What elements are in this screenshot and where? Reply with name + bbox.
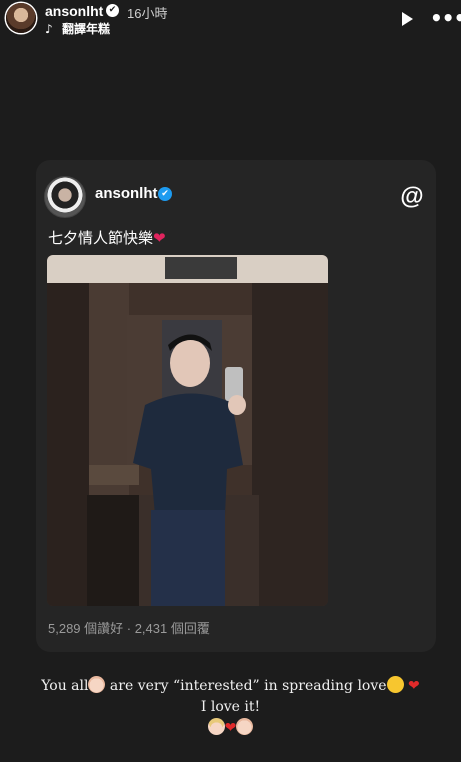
play-icon[interactable] — [402, 12, 413, 26]
post-caption: 七夕情人節快樂❤ — [48, 228, 166, 248]
profile-avatar[interactable] — [6, 3, 36, 33]
story-header: ansonlht ✔ 16小時 ♪ 翻譯年糕 ••• — [0, 0, 461, 40]
laughing-face-emoji-icon — [386, 676, 404, 693]
story-caption-line-2: I love it! — [200, 699, 261, 715]
verified-badge-icon: ✔ — [106, 4, 119, 17]
verified-badge-icon: ✔ — [158, 187, 172, 201]
music-note-icon: ♪ — [45, 22, 53, 36]
more-options-button[interactable]: ••• — [430, 6, 461, 30]
caption-text-part: are very “interested” in spreading love — [105, 678, 387, 694]
story-caption-line-3: ❤ — [0, 718, 461, 739]
story-caption: You all are very “interested” in spreadi… — [0, 676, 461, 739]
post-photo — [47, 255, 328, 606]
post-caption-text: 七夕情人節快樂 — [48, 229, 154, 247]
baby-face-emoji-icon — [236, 718, 254, 735]
shared-threads-post[interactable]: ansonlht ✔ @ 七夕情人節快樂❤ 5,289 個讚好 · 2,431 … — [36, 160, 436, 652]
music-label: 翻譯年糕 — [62, 22, 111, 36]
red-heart-emoji-icon: ❤ — [224, 720, 237, 736]
post-author-username: ansonlht — [95, 185, 158, 202]
red-heart-emoji-icon: ❤ — [408, 678, 420, 694]
post-author-avatar — [44, 176, 86, 218]
heart-emoji-icon: ❤ — [153, 229, 166, 247]
story-caption-line-1: You all are very “interested” in spreadi… — [0, 676, 461, 697]
post-engagement-stats: 5,289 個讚好 · 2,431 個回覆 — [48, 621, 210, 636]
story-timestamp: 16小時 — [127, 6, 168, 21]
caption-text-part: You all — [41, 678, 89, 694]
threads-logo-icon: @ — [400, 183, 424, 210]
story-username[interactable]: ansonlht — [45, 3, 103, 19]
blond-person-emoji-icon — [207, 718, 225, 735]
baby-face-emoji-icon — [88, 676, 106, 693]
